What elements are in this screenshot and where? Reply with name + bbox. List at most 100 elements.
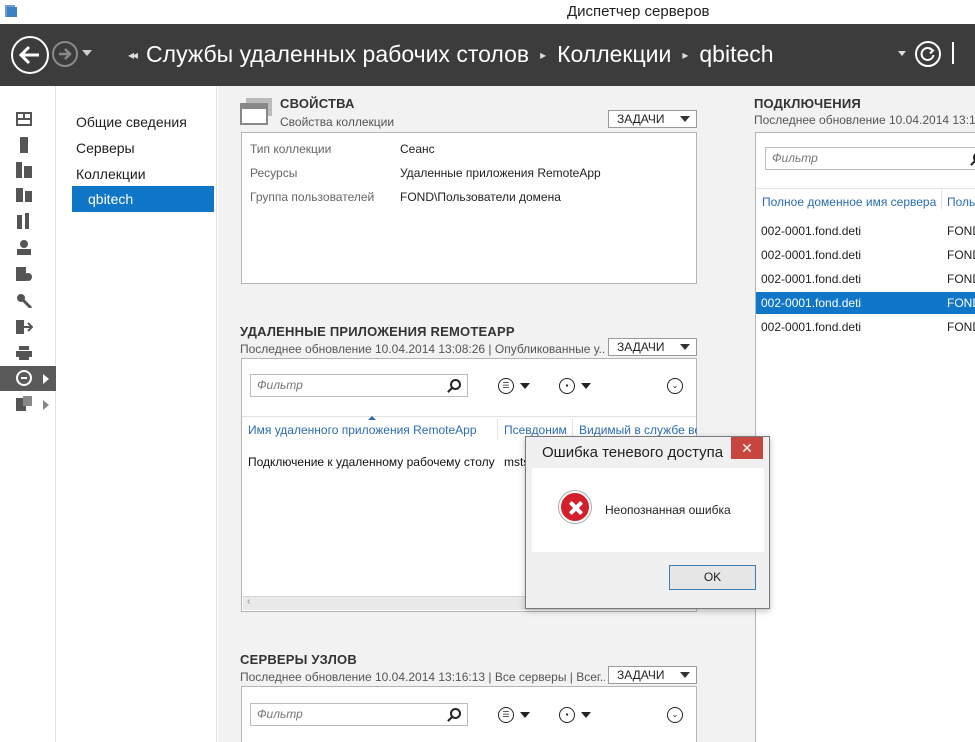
- expand-icon[interactable]: ⌄: [667, 707, 683, 723]
- nodes-box: Фильтр ☰ ▪ ⌄: [241, 686, 697, 742]
- dashboard-icon[interactable]: [15, 111, 33, 127]
- column-header-visible[interactable]: Видимый в службе ве: [579, 423, 697, 437]
- table-cell-server: 002-0001.fond.deti: [761, 272, 862, 286]
- save-query-icon[interactable]: ▪: [559, 378, 575, 394]
- remoteapp-filter-input[interactable]: Фильтр: [250, 374, 468, 397]
- expand-remote-desktop-icon[interactable]: [43, 374, 49, 384]
- tasks-label: ЗАДАЧИ: [617, 112, 665, 126]
- divider: [756, 188, 975, 189]
- table-cell-server: 002-0001.fond.deti: [761, 320, 862, 334]
- table-cell-user: FOND: [947, 272, 975, 286]
- table-cell-user: FOND: [947, 248, 975, 262]
- chevron-down-icon[interactable]: [581, 383, 591, 389]
- breadcrumb-item-rds[interactable]: Службы удаленных рабочих столов: [146, 41, 529, 68]
- connections-filter-input[interactable]: Фильтр: [765, 147, 975, 170]
- table-cell-user: FOND: [947, 224, 975, 238]
- collection-navigation: Общие сведения Серверы Коллекции qbitech: [57, 86, 217, 742]
- sort-up-icon: [368, 416, 376, 420]
- back-button[interactable]: [11, 36, 49, 74]
- expand-services-icon[interactable]: [43, 400, 49, 410]
- table-cell-user: FOND: [947, 320, 975, 334]
- ok-button[interactable]: OK: [669, 565, 756, 590]
- tools-icon[interactable]: [15, 213, 33, 229]
- dialog-title: Ошибка теневого доступа: [542, 444, 724, 461]
- forward-button[interactable]: [52, 41, 78, 67]
- property-value: Удаленные приложения RemoteApp: [400, 166, 601, 180]
- save-query-icon[interactable]: ▪: [559, 707, 575, 723]
- server-manager-window: Диспетчер серверов ◂◂ Службы удаленных р…: [0, 0, 975, 742]
- divider: [242, 416, 696, 417]
- table-cell-server: 002-0001.fond.deti: [761, 224, 862, 238]
- properties-box: Тип коллекции Сеанс Ресурсы Удаленные пр…: [241, 132, 697, 284]
- property-key: Группа пользователей: [250, 190, 375, 204]
- properties-subtitle: Свойства коллекции: [280, 115, 395, 129]
- print-icon[interactable]: [15, 345, 33, 361]
- all-servers-icon[interactable]: [15, 162, 33, 178]
- table-row[interactable]: 002-0001.fond.deti FOND: [756, 220, 975, 242]
- subnav-item-overview[interactable]: Общие сведения: [72, 109, 214, 135]
- breadcrumb-dropdown[interactable]: [898, 51, 906, 56]
- column-header-alias[interactable]: Псевдоним: [504, 423, 567, 437]
- search-icon[interactable]: [450, 379, 461, 390]
- table-row[interactable]: 002-0001.fond.deti FOND: [756, 244, 975, 266]
- history-dropdown[interactable]: [82, 50, 92, 56]
- local-server-icon[interactable]: [15, 137, 33, 153]
- tasks-label: ЗАДАЧИ: [617, 340, 665, 354]
- file-services-icon[interactable]: [15, 187, 33, 203]
- users-icon[interactable]: [15, 239, 33, 255]
- table-row-selected[interactable]: 002-0001.fond.deti FOND: [756, 292, 975, 314]
- subnav-item-qbitech[interactable]: qbitech: [72, 186, 214, 212]
- list-view-icon[interactable]: ☰: [498, 378, 514, 394]
- remote-desktop-icon[interactable]: [15, 370, 33, 386]
- table-row[interactable]: 002-0001.fond.deti FOND: [756, 268, 975, 290]
- list-view-icon[interactable]: ☰: [498, 707, 514, 723]
- chevron-down-icon[interactable]: [581, 712, 591, 718]
- remoteapp-title: УДАЛЕННЫЕ ПРИЛОЖЕНИЯ REMOTEAPP: [240, 324, 515, 339]
- column-header-app-name[interactable]: Имя удаленного приложения RemoteApp: [248, 423, 477, 437]
- property-value: FOND\Пользователи домена: [400, 190, 561, 204]
- close-button[interactable]: ✕: [731, 437, 763, 459]
- search-icon[interactable]: [450, 708, 461, 719]
- icon-rail: [0, 86, 56, 742]
- error-icon: [559, 491, 591, 523]
- refresh-button[interactable]: [915, 41, 941, 67]
- filter-placeholder: Фильтр: [257, 378, 303, 392]
- table-row[interactable]: 002-0001.fond.deti FOND: [756, 316, 975, 338]
- connections-panel: ПОДКЛЮЧЕНИЯ Последнее обновление 10.04.2…: [738, 86, 975, 742]
- refresh-icon: [920, 46, 935, 61]
- admin-icon[interactable]: [15, 292, 33, 308]
- properties-icon: [240, 98, 272, 125]
- dialog-body: Неопознанная ошибка: [532, 468, 764, 552]
- dialog-message: Неопознанная ошибка: [605, 503, 731, 517]
- connections-title: ПОДКЛЮЧЕНИЯ: [754, 96, 861, 111]
- remoteapp-tasks-button[interactable]: ЗАДАЧИ: [608, 338, 697, 356]
- connections-box: Фильтр Полное доменное имя сервера Поль …: [755, 132, 975, 742]
- storage-icon[interactable]: [15, 266, 33, 282]
- column-header-user[interactable]: Поль: [947, 195, 975, 209]
- table-cell-app-name[interactable]: Подключение к удаленному рабочему столу: [248, 455, 495, 469]
- scroll-left-icon[interactable]: ‹: [247, 596, 250, 607]
- nodes-filter-input[interactable]: Фильтр: [250, 703, 468, 726]
- subnav-item-servers[interactable]: Серверы: [72, 135, 214, 161]
- expand-icon[interactable]: ⌄: [667, 378, 683, 394]
- breadcrumb: ◂◂ Службы удаленных рабочих столов ▸ Кол…: [128, 41, 774, 68]
- breadcrumb-overflow-icon[interactable]: ◂◂: [128, 48, 138, 62]
- subnav-item-collections[interactable]: Коллекции: [72, 161, 214, 187]
- properties-title: СВОЙСТВА: [280, 96, 355, 111]
- breadcrumb-item-qbitech[interactable]: qbitech: [699, 41, 773, 68]
- notifications-flag-icon[interactable]: [952, 42, 954, 64]
- close-icon: ✕: [741, 440, 753, 456]
- center-panel: СВОЙСТВА Свойства коллекции ЗАДАЧИ Тип к…: [218, 86, 738, 742]
- chevron-down-icon[interactable]: [520, 712, 530, 718]
- services-icon[interactable]: [15, 396, 33, 412]
- nodes-tasks-button[interactable]: ЗАДАЧИ: [608, 666, 697, 684]
- chevron-down-icon: [680, 672, 690, 678]
- export-icon[interactable]: [15, 319, 33, 335]
- breadcrumb-item-collections[interactable]: Коллекции: [557, 41, 671, 68]
- chevron-down-icon[interactable]: [520, 383, 530, 389]
- properties-tasks-button[interactable]: ЗАДАЧИ: [608, 110, 697, 128]
- column-divider: [941, 189, 942, 209]
- column-header-server-fqdn[interactable]: Полное доменное имя сервера: [762, 195, 936, 209]
- column-divider: [497, 419, 498, 439]
- nodes-subtitle: Последнее обновление 10.04.2014 13:16:13…: [240, 670, 605, 684]
